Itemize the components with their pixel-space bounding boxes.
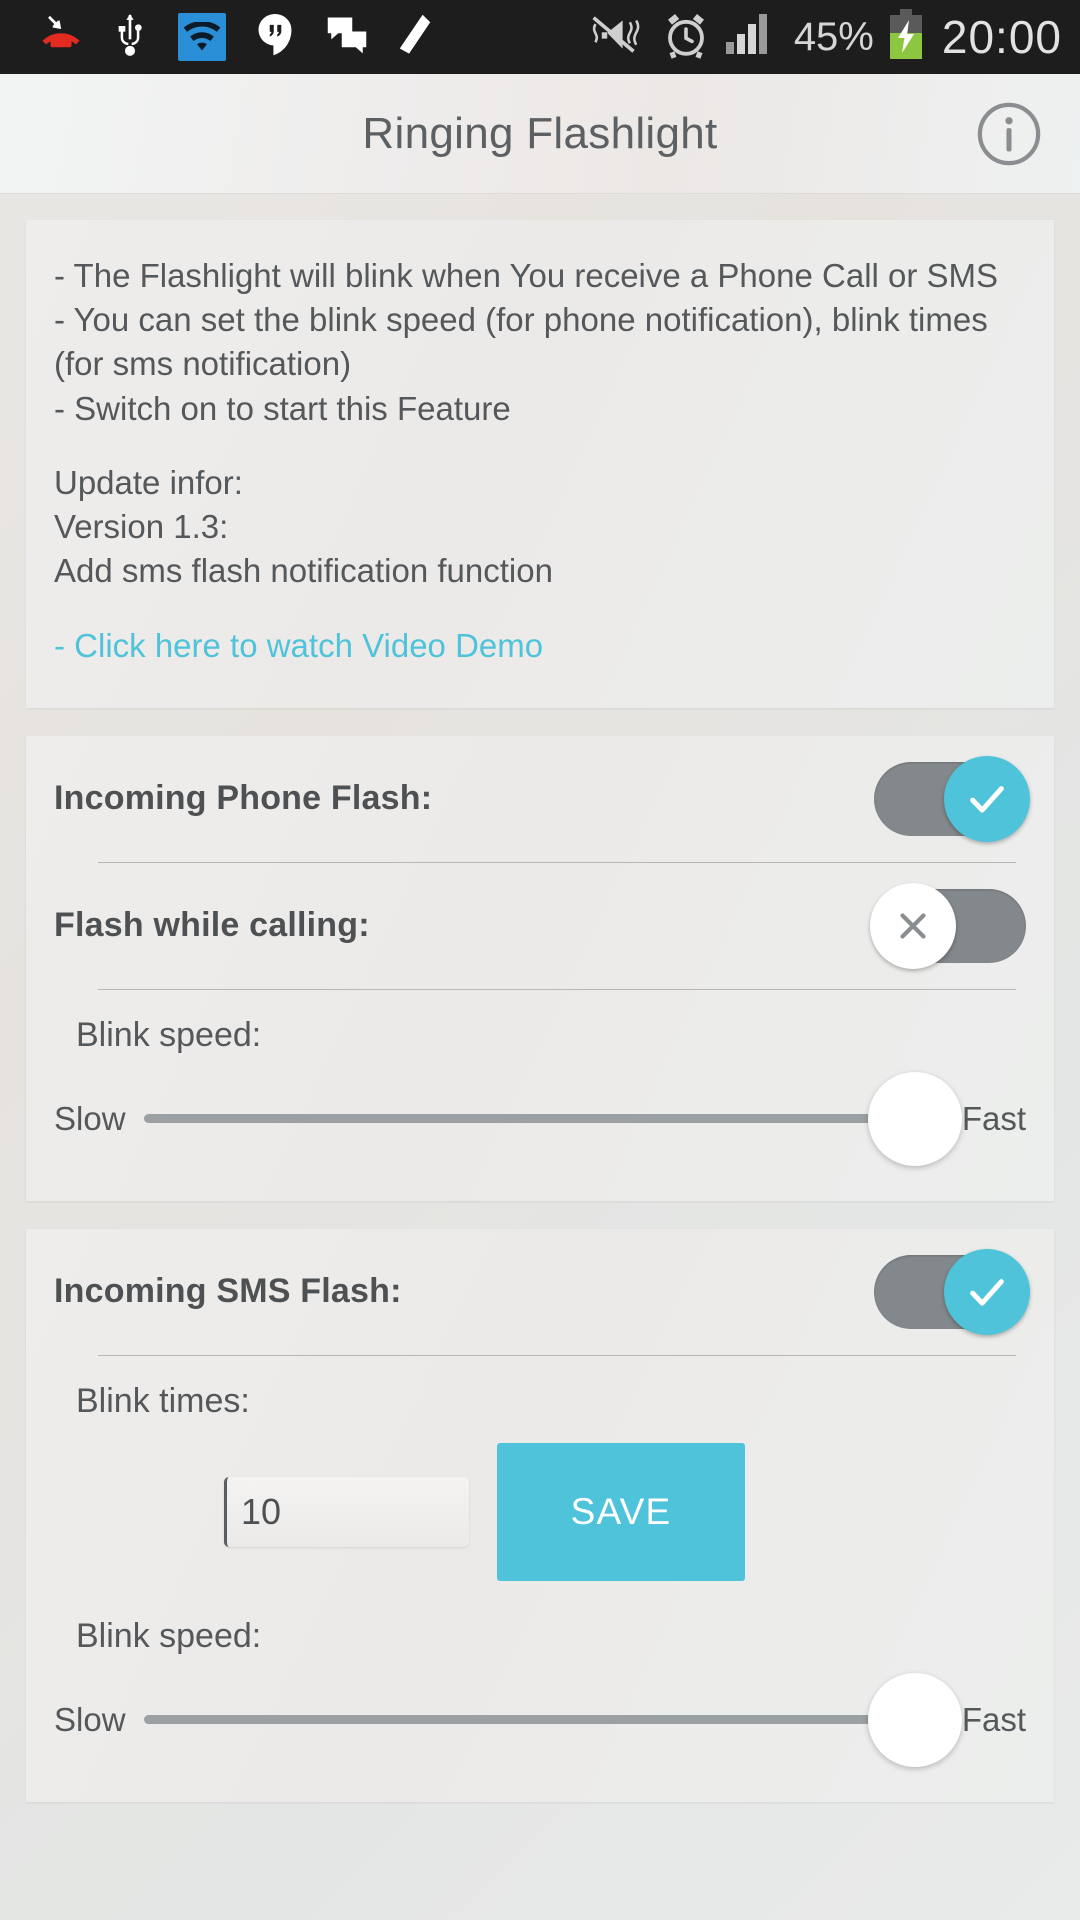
edit-icon [398,13,432,62]
incoming-phone-flash-toggle[interactable] [874,755,1030,842]
info-description: - The Flashlight will blink when You rec… [54,257,999,427]
slider-max-label: Fast [961,1700,1026,1738]
slider-track-wrap[interactable] [143,1071,962,1167]
messages-icon [324,14,370,61]
update-info: Update infor: Version 1.3: Add sms flash… [54,463,553,590]
info-card: - The Flashlight will blink when You rec… [26,220,1054,708]
info-icon[interactable] [976,101,1042,167]
wifi-icon [178,13,226,61]
clock-label: 20:00 [941,11,1062,63]
blink-times-label: Blink times: [76,1381,250,1420]
save-button[interactable]: SAVE [497,1442,745,1581]
main-content: - The Flashlight will blink when You rec… [0,194,1080,1802]
phone-flash-card: Incoming Phone Flash: Flash while callin… [26,735,1054,1201]
slider-thumb[interactable] [867,1672,962,1767]
check-icon [944,1248,1030,1335]
incoming-sms-flash-row: Incoming SMS Flash: [54,1229,1030,1355]
battery-percent-label: 45% [793,14,874,59]
status-bar-system-icons: 45% 20:00 [590,8,1062,66]
close-icon [870,882,956,969]
flash-while-calling-toggle[interactable] [870,882,1026,969]
video-demo-link[interactable]: - Click here to watch Video Demo [54,624,1026,668]
slider-track-wrap[interactable] [143,1672,962,1768]
incoming-phone-flash-row: Incoming Phone Flash: [54,736,1030,862]
hangouts-icon [254,12,296,63]
sms-blink-speed-label: Blink speed: [76,1616,262,1655]
usb-icon [110,13,150,62]
phone-blink-speed-label: Blink speed: [76,1015,262,1054]
signal-icon [724,12,780,63]
sms-flash-card: Incoming SMS Flash: Blink times: SAVE Bl… [26,1228,1054,1802]
status-bar-notification-icons [40,12,432,63]
battery-charging-icon [888,8,924,66]
phone-blink-speed-slider[interactable]: Slow Fast [54,1061,1026,1201]
link-spacer [54,594,1026,624]
blink-times-input[interactable] [224,1476,469,1547]
status-bar: 45% 20:00 [0,0,1080,74]
sms-blink-speed-slider[interactable]: Slow Fast [54,1662,1026,1802]
blink-times-row: SAVE [54,1421,1026,1591]
incoming-sms-flash-toggle[interactable] [874,1248,1030,1335]
incoming-sms-flash-label: Incoming SMS Flash: [54,1272,402,1311]
page-title: Ringing Flashlight [362,108,718,158]
check-icon [944,755,1030,842]
slider-min-label: Slow [54,1700,126,1738]
missed-call-icon [40,14,82,61]
app-bar: Ringing Flashlight [0,74,1080,194]
slider-thumb[interactable] [867,1071,962,1166]
flash-while-calling-row: Flash while calling: [54,863,1026,989]
vibrate-off-icon [590,13,648,62]
slider-track[interactable] [143,1715,956,1725]
slider-track[interactable] [143,1114,956,1124]
slider-max-label: Fast [961,1099,1026,1137]
incoming-phone-flash-label: Incoming Phone Flash: [54,779,433,818]
flash-while-calling-label: Flash while calling: [54,906,370,945]
alarm-icon [662,11,710,64]
slider-min-label: Slow [54,1099,126,1137]
